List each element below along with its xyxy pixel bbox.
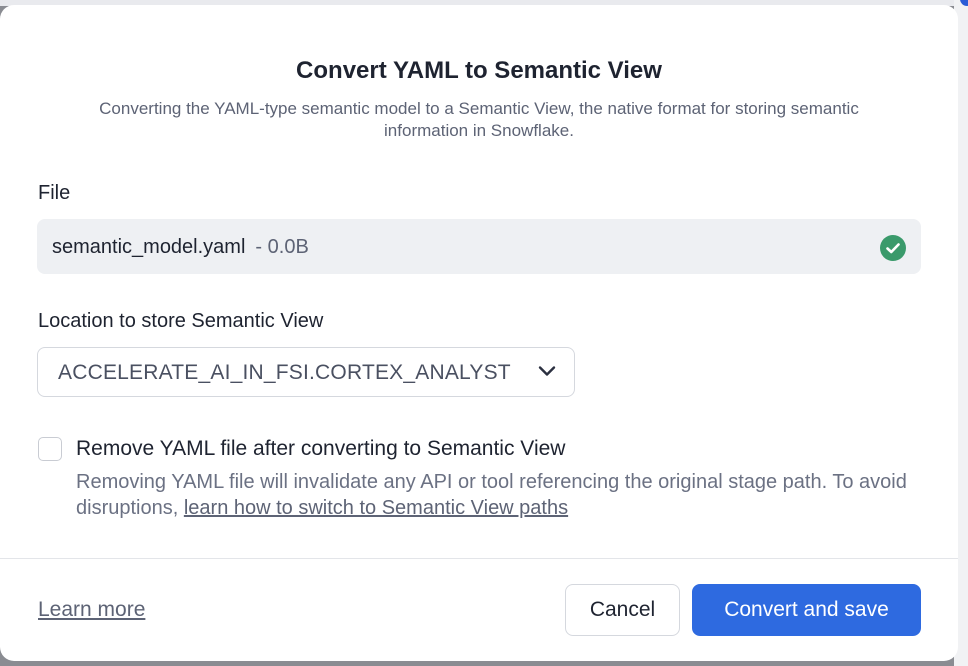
semantic-view-paths-link[interactable]: learn how to switch to Semantic View pat…	[184, 497, 568, 519]
convert-yaml-dialog: Convert YAML to Semantic View Converting…	[0, 5, 958, 661]
cancel-button[interactable]: Cancel	[565, 584, 680, 636]
dialog-subtitle: Converting the YAML-type semantic model …	[99, 99, 859, 140]
file-label: File	[38, 182, 71, 204]
dialog-title: Convert YAML to Semantic View	[296, 57, 662, 84]
file-size: - 0.0B	[255, 236, 309, 258]
location-select[interactable]: ACCELERATE_AI_IN_FSI.CORTEX_ANALYST	[37, 347, 575, 397]
location-select-value: ACCELERATE_AI_IN_FSI.CORTEX_ANALYST	[58, 361, 511, 384]
footer-divider	[0, 558, 958, 559]
remove-yaml-checkbox[interactable]	[38, 437, 62, 461]
file-display: semantic_model.yaml - 0.0B	[37, 219, 921, 274]
check-circle-icon	[880, 235, 906, 261]
convert-and-save-button[interactable]: Convert and save	[692, 584, 921, 636]
learn-more-link[interactable]: Learn more	[38, 598, 145, 622]
file-name: semantic_model.yaml	[52, 236, 246, 258]
location-label: Location to store Semantic View	[38, 310, 324, 332]
file-info: semantic_model.yaml - 0.0B	[52, 236, 309, 259]
chevron-down-icon	[538, 366, 556, 376]
remove-yaml-label[interactable]: Remove YAML file after converting to Sem…	[76, 437, 565, 461]
remove-yaml-help: Removing YAML file will invalidate any A…	[76, 469, 936, 521]
